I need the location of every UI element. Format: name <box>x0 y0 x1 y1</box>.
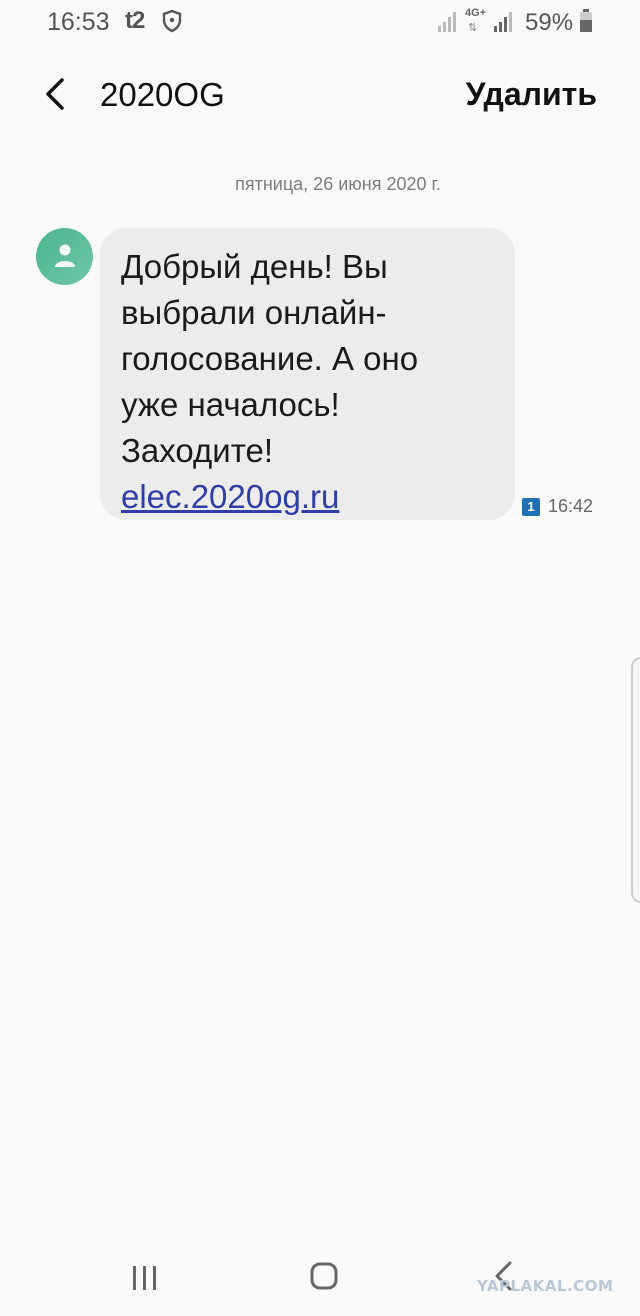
home-icon <box>310 1262 338 1290</box>
battery-icon <box>579 9 593 38</box>
delete-button[interactable]: Удалить <box>466 76 597 113</box>
signal-icon <box>438 12 458 37</box>
status-time: 16:53 <box>47 8 110 36</box>
status-bar: 16:53 t2 4G+ ⇅ 59% <box>0 0 640 46</box>
recents-icon <box>133 1266 156 1290</box>
signal-icon <box>494 12 514 37</box>
message-body: Добрый день! Вы выбрали онлайн-голосован… <box>121 248 419 469</box>
shield-icon <box>162 9 182 38</box>
sim-badge: 1 <box>522 498 540 516</box>
data-arrows-icon: ⇅ <box>468 22 478 34</box>
scroll-handle[interactable] <box>631 657 640 903</box>
network-type: 4G+ <box>465 7 487 19</box>
avatar[interactable] <box>36 228 93 285</box>
recents-button[interactable] <box>131 1264 159 1297</box>
home-button[interactable] <box>309 1261 339 1296</box>
message-text: Добрый день! Вы выбрали онлайн-голосован… <box>121 244 471 520</box>
message-link[interactable]: elec.2020og.ru <box>121 478 339 515</box>
carrier-logo: t2 <box>125 7 145 34</box>
message-bubble[interactable]: Добрый день! Вы выбрали онлайн-голосован… <box>100 228 515 520</box>
date-separator: пятница, 26 июня 2020 г. <box>235 174 441 194</box>
avatar-person-icon <box>55 244 75 267</box>
back-button[interactable] <box>36 74 76 114</box>
contact-title: 2020OG <box>100 76 225 113</box>
message-time: 16:42 <box>548 496 594 516</box>
conversation-header: 2020OG Удалить <box>0 60 640 130</box>
back-icon <box>46 78 64 110</box>
watermark: YAPLAKAL.COM <box>477 1277 614 1295</box>
battery-percent: 59% <box>525 9 574 36</box>
